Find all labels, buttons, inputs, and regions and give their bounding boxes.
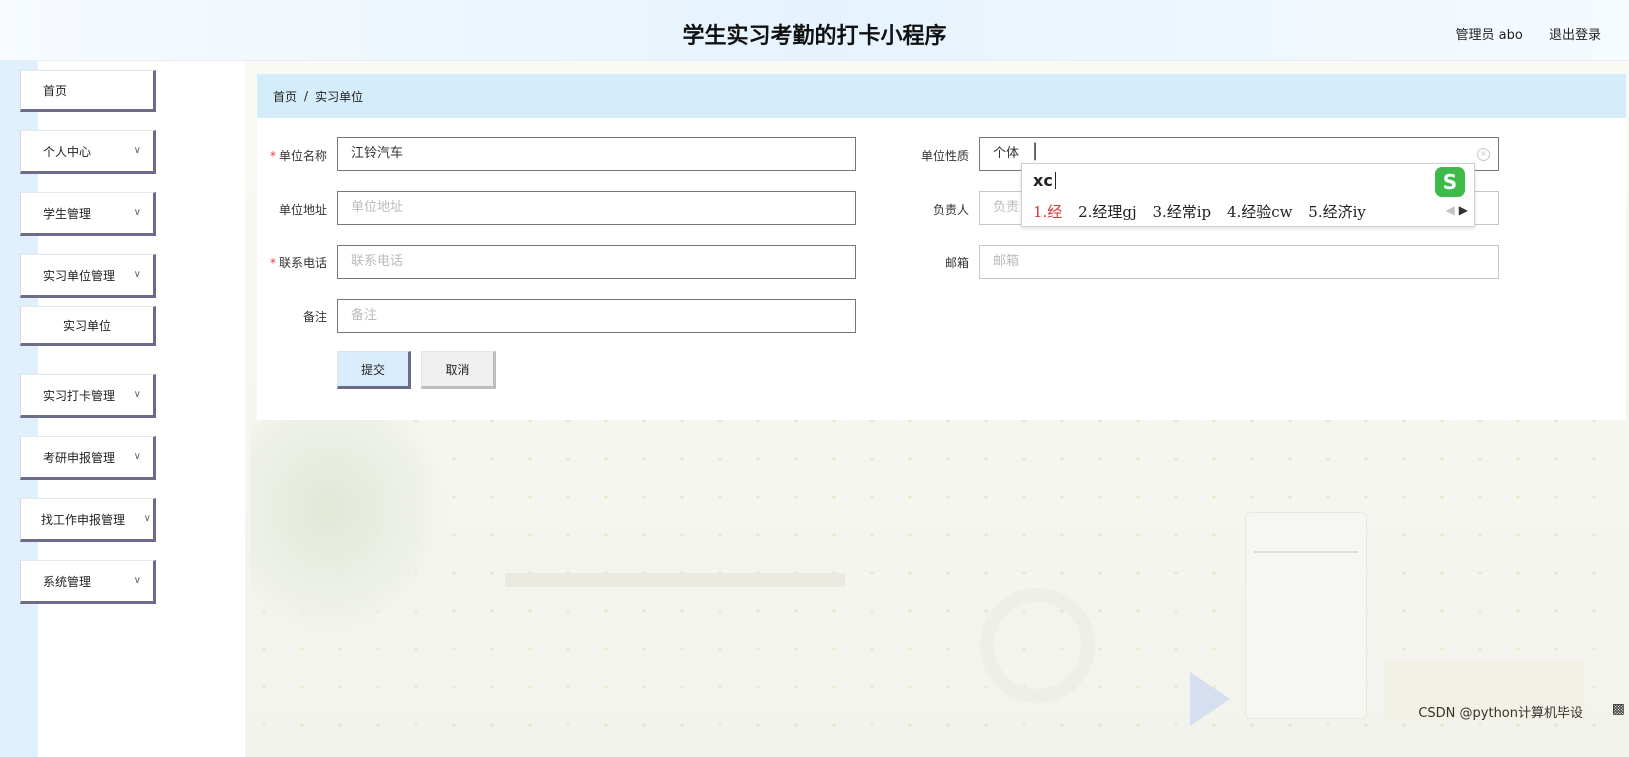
decor-shelf [505,573,845,587]
remark-input[interactable]: 备注 [337,299,856,333]
submit-button[interactable]: 提交 [337,351,411,389]
email-input[interactable]: 邮箱 [979,245,1499,279]
chevron-down-icon: ∨ [133,207,141,218]
sidebar-item-home[interactable]: 首页 [20,70,156,112]
tray-icon: ▩ [1611,701,1625,717]
breadcrumb-separator: / [304,89,309,103]
csdn-watermark: CSDN @python计算机毕设 [1418,706,1583,721]
chevron-down-icon: ∨ [133,575,141,586]
ime-candidate-list: 1.经 2.经理gj 3.经常ip 4.经验cw 5.经济iy [1033,201,1377,222]
sidebar-item-student-management[interactable]: 学生管理 ∨ [20,192,156,236]
remark-label: 备注 [302,310,327,324]
phone-input[interactable]: 联系电话 [337,245,856,279]
unit-name-label: * 单位名称 [269,149,327,163]
sidebar-subitem-internship-unit[interactable]: 实习单位 [20,306,156,346]
app-title: 学生实习考勤的打卡小程序 [682,24,947,49]
ime-composition-text: xc [1033,171,1056,190]
clear-circle-icon[interactable]: × [1477,148,1490,161]
ime-candidate-popup: xc S 1.经 2.经理gj 3.经常ip 4.经验cw 5.经济iy ◀ ▶ [1021,163,1475,227]
unit-address-label: 单位地址 [278,203,327,217]
ime-page-nav: ◀ ▶ [1446,203,1468,217]
unit-name-input[interactable]: 江铃汽车 [337,137,856,171]
chevron-left-icon[interactable]: ◀ [1446,203,1455,217]
chevron-down-icon: ∨ [133,269,141,280]
decor-plant [250,420,450,640]
logout-link[interactable]: 退出登录 [1549,28,1601,43]
sidebar-item-system-management[interactable]: 系统管理 ∨ [20,560,156,604]
ime-candidate[interactable]: 1.经 [1033,203,1062,221]
required-mark: * [269,149,276,163]
ime-candidate[interactable]: 2.经理gj [1078,203,1137,221]
unit-nature-label: 单位性质 [920,149,969,163]
unit-address-input[interactable]: 单位地址 [337,191,856,225]
ime-candidate[interactable]: 4.经验cw [1227,203,1293,221]
ime-logo-icon[interactable]: S [1435,167,1465,197]
chevron-down-icon: ∨ [133,389,141,400]
sidebar-item-internship-unit-management[interactable]: 实习单位管理 ∨ [20,254,156,298]
player-logo-icon [1190,672,1230,726]
email-label: 邮箱 [944,256,969,270]
sidebar-item-label: 个人中心 [43,144,92,159]
phone-label: * 联系电话 [269,256,327,270]
chevron-down-icon: ∨ [133,145,141,156]
chevron-down-icon: ∨ [143,513,151,524]
sidebar-item-checkin-management[interactable]: 实习打卡管理 ∨ [20,374,156,418]
sidebar-item-label: 实习打卡管理 [43,388,116,403]
breadcrumb: 首页 / 实习单位 [257,74,1626,118]
sidebar-item-label: 学生管理 [43,206,92,221]
text-cursor-icon: | [1032,140,1039,161]
decor-ring [980,588,1095,703]
decor-vase [1245,512,1367,719]
ime-candidate[interactable]: 5.经济iy [1308,203,1366,221]
sidebar-item-job-application[interactable]: 找工作申报管理 ∨ [20,498,156,542]
breadcrumb-current: 实习单位 [315,89,364,104]
chevron-right-icon[interactable]: ▶ [1459,203,1468,217]
sidebar-item-label: 考研申报管理 [43,450,116,465]
sidebar-item-label: 首页 [43,83,68,98]
sidebar-item-postgrad-application[interactable]: 考研申报管理 ∨ [20,436,156,480]
cancel-button[interactable]: 取消 [421,351,496,389]
sidebar-item-label: 实习单位管理 [43,268,116,283]
sidebar-item-label: 系统管理 [43,574,92,589]
sidebar-item-personal-center[interactable]: 个人中心 ∨ [20,130,156,174]
chevron-down-icon: ∨ [133,451,141,462]
sidebar-item-label: 找工作申报管理 [41,512,126,527]
user-area: 管理员 abo 退出登录 [1434,24,1601,43]
contact-person-label: 负责人 [932,203,969,217]
sidebar: 首页 个人中心 ∨ 学生管理 ∨ 实习单位管理 ∨ 实习单位 实习打卡管理 ∨ … [20,70,156,622]
sidebar-item-label: 实习单位 [62,318,111,333]
top-header: 学生实习考勤的打卡小程序 管理员 abo 退出登录 [0,0,1629,61]
required-mark: * [269,256,276,270]
user-label: 管理员 abo [1455,28,1523,43]
breadcrumb-home[interactable]: 首页 [273,88,297,105]
ime-candidate[interactable]: 3.经常ip [1152,203,1211,221]
unit-nature-value: 个体 [993,146,1020,161]
